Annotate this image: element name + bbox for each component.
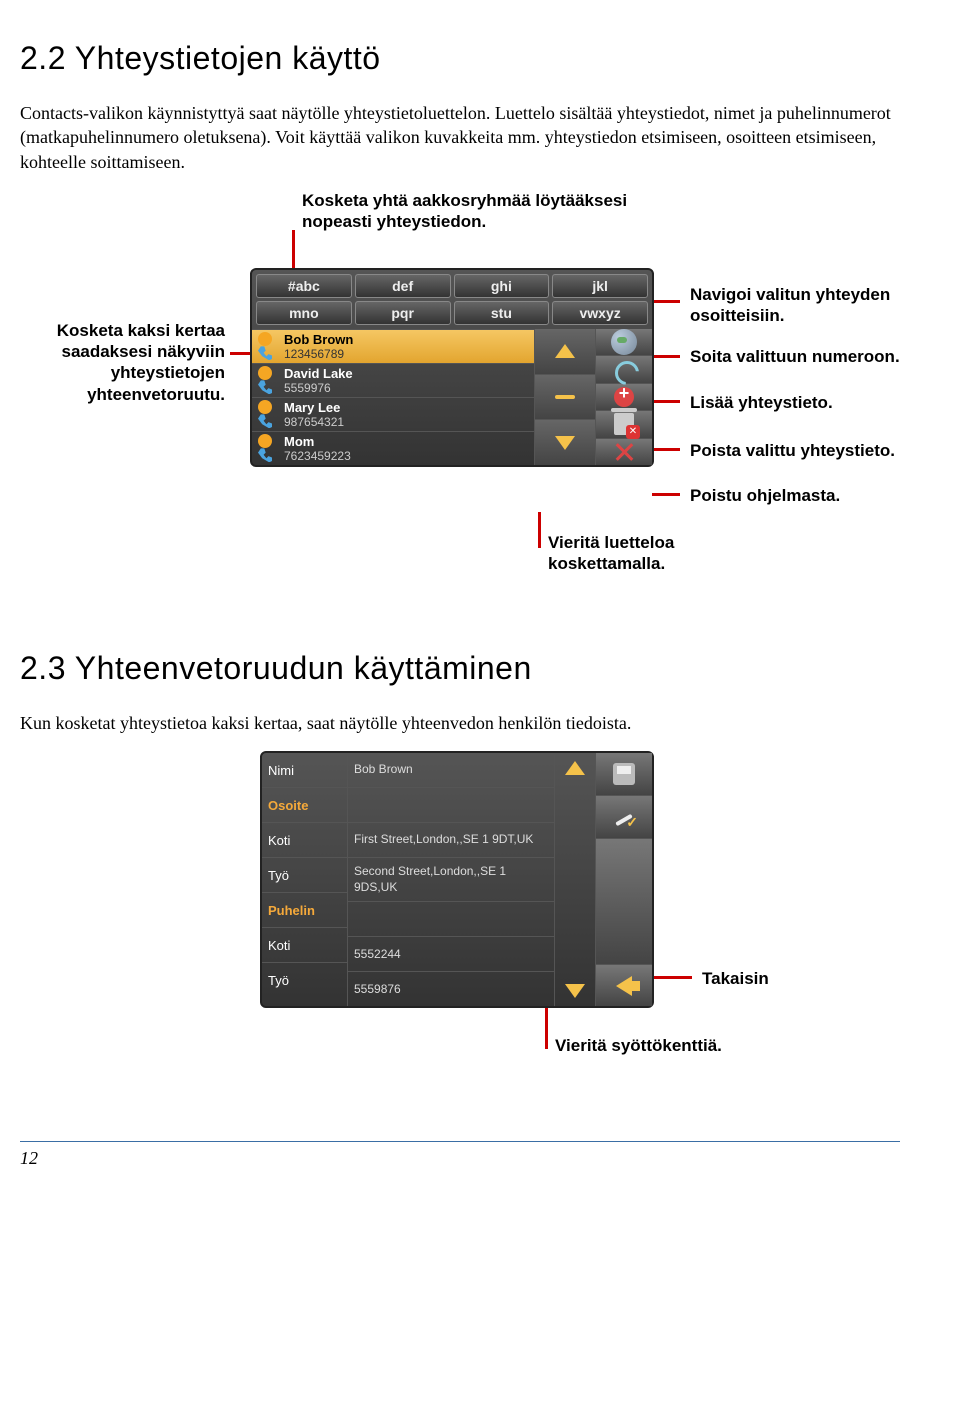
- detail-value[interactable]: 5559876: [348, 971, 554, 1006]
- back-arrow-icon: [616, 976, 632, 996]
- contact-number: 5559976: [284, 381, 528, 395]
- scroll-up-button[interactable]: [535, 329, 595, 374]
- detail-value: [348, 787, 554, 822]
- arrow-up-icon[interactable]: [565, 761, 585, 775]
- callout-scroll-fields: Vieritä syöttökenttiä.: [555, 1035, 775, 1056]
- add-icon: [612, 385, 636, 409]
- detail-label: Nimi: [262, 753, 347, 787]
- letter-key-#abc[interactable]: #abc: [256, 274, 352, 298]
- contact-number: 123456789: [284, 347, 528, 361]
- scroll-column-2: [554, 753, 595, 1006]
- call-button[interactable]: [596, 355, 652, 382]
- heading-2-3: 2.3 Yhteenvetoruudun käyttäminen: [20, 650, 900, 687]
- arrow-down-icon: [555, 436, 575, 450]
- detail-label: Puhelin: [262, 892, 347, 927]
- dash-icon: [555, 395, 575, 399]
- figure-contacts: Kosketa yhtä aakkosryhmää löytääksesi no…: [20, 190, 900, 630]
- detail-label: Osoite: [262, 787, 347, 822]
- add-contact-button[interactable]: [596, 383, 652, 410]
- person-icon: [258, 332, 272, 346]
- callout-delete: Poista valittu yhteystieto.: [690, 440, 930, 461]
- letter-key-stu[interactable]: stu: [454, 301, 550, 325]
- callout-add: Lisää yhteystieto.: [690, 392, 930, 413]
- detail-value: [348, 901, 554, 936]
- contact-name: Mary Lee: [284, 400, 528, 415]
- person-icon: [258, 400, 272, 414]
- detail-value[interactable]: Second Street,London,,SE 1 9DS,UK: [348, 857, 554, 901]
- phone-icon: [258, 414, 272, 428]
- detail-label: Koti: [262, 822, 347, 857]
- para-2-2: Contacts-valikon käynnistyttyä saat näyt…: [20, 101, 900, 174]
- callout-top: Kosketa yhtä aakkosryhmää löytääksesi no…: [302, 190, 652, 233]
- globe-icon: [611, 329, 637, 355]
- save-button[interactable]: [596, 753, 652, 795]
- person-icon: [258, 434, 272, 448]
- detail-value[interactable]: 5552244: [348, 936, 554, 971]
- trash-icon: [614, 413, 634, 435]
- edit-icon: [613, 806, 635, 828]
- person-icon: [258, 366, 272, 380]
- scroll-column: [534, 329, 595, 465]
- para-2-3: Kun kosketat yhteystietoa kaksi kertaa, …: [20, 711, 900, 735]
- page-footer: 12: [20, 1141, 900, 1169]
- callout-call: Soita valittuun numeroon.: [690, 346, 930, 367]
- exit-button[interactable]: [596, 438, 652, 465]
- contact-row[interactable]: David Lake5559976: [252, 363, 534, 397]
- detail-label: Työ: [262, 857, 347, 892]
- close-icon: [613, 441, 635, 463]
- callout-back: Takaisin: [702, 968, 769, 989]
- navigate-button[interactable]: [596, 329, 652, 355]
- phone-call-icon: [612, 358, 636, 382]
- letter-key-def[interactable]: def: [355, 274, 451, 298]
- arrow-up-icon: [555, 344, 575, 358]
- delete-contact-button[interactable]: [596, 410, 652, 437]
- contact-name: Bob Brown: [284, 332, 528, 347]
- scroll-indicator[interactable]: [535, 374, 595, 420]
- save-icon: [613, 763, 635, 785]
- page-number: 12: [20, 1148, 38, 1168]
- callout-navigate: Navigoi valitun yhteyden osoitteisiin.: [690, 284, 930, 327]
- detail-label: Koti: [262, 927, 347, 962]
- detail-value[interactable]: First Street,London,,SE 1 9DT,UK: [348, 822, 554, 857]
- contact-number: 7623459223: [284, 449, 528, 463]
- detail-actions: [595, 753, 652, 1006]
- phone-icon: [258, 448, 272, 462]
- letter-key-mno[interactable]: mno: [256, 301, 352, 325]
- figure-summary: Takaisin Vieritä syöttökenttiä. NimiOsoi…: [20, 751, 900, 1081]
- contact-number: 987654321: [284, 415, 528, 429]
- action-column: [595, 329, 652, 465]
- heading-2-2: 2.2 Yhteystietojen käyttö: [20, 40, 900, 77]
- contact-name: David Lake: [284, 366, 528, 381]
- arrow-down-icon[interactable]: [565, 984, 585, 998]
- detail-label: Työ: [262, 962, 347, 997]
- contact-row[interactable]: Bob Brown123456789: [252, 329, 534, 363]
- contact-name: Mom: [284, 434, 528, 449]
- phone-icon: [258, 380, 272, 394]
- contact-row[interactable]: Mary Lee987654321: [252, 397, 534, 431]
- back-button[interactable]: [596, 964, 652, 1007]
- callout-scroll: Vieritä luetteloa koskettamalla.: [548, 532, 748, 575]
- contacts-screenshot: #abcdefghijkl mnopqrstuvwxyz Bob Brown123…: [250, 268, 654, 467]
- summary-screenshot: NimiOsoiteKotiTyöPuhelinKotiTyö Bob Brow…: [260, 751, 654, 1008]
- callout-exit: Poistu ohjelmasta.: [690, 485, 930, 506]
- letter-key-pqr[interactable]: pqr: [355, 301, 451, 325]
- letter-key-jkl[interactable]: jkl: [552, 274, 648, 298]
- letter-key-ghi[interactable]: ghi: [454, 274, 550, 298]
- contact-row[interactable]: Mom7623459223: [252, 431, 534, 465]
- scroll-down-button[interactable]: [535, 419, 595, 465]
- callout-left: Kosketa kaksi kertaa saadaksesi näkyviin…: [20, 320, 225, 405]
- phone-icon: [258, 346, 272, 360]
- letter-key-vwxyz[interactable]: vwxyz: [552, 301, 648, 325]
- detail-value[interactable]: Bob Brown: [348, 753, 554, 787]
- edit-button[interactable]: [596, 795, 652, 838]
